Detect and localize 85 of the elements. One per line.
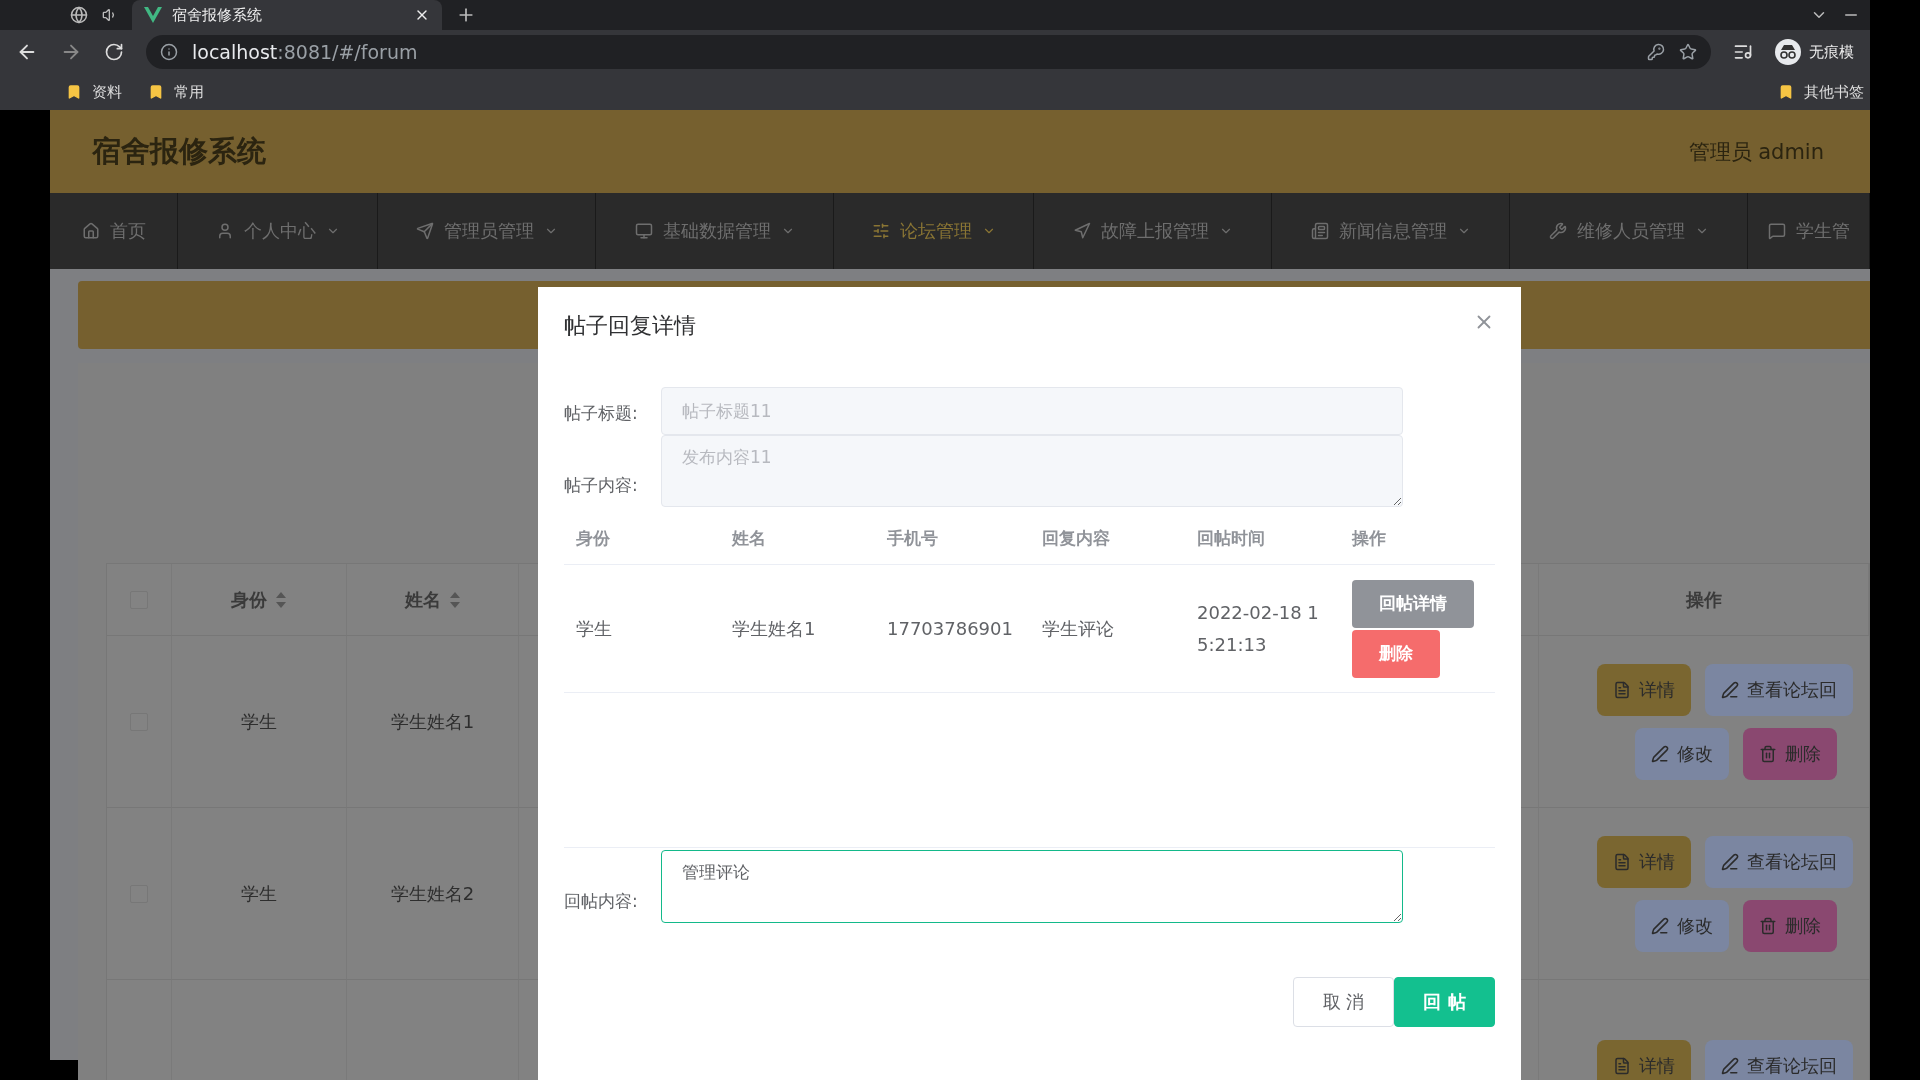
bookmark-icon <box>148 84 164 100</box>
trash-icon <box>1759 744 1777 763</box>
monitor-icon <box>634 222 653 240</box>
field-label: 帖子内容: <box>564 474 639 497</box>
nav-item[interactable]: 维修人员管理 <box>1510 193 1748 269</box>
nav-item[interactable]: 个人中心 <box>178 193 378 269</box>
vue-logo-icon <box>144 7 162 23</box>
pen-icon <box>1721 1056 1739 1075</box>
tab-title: 宿舍报修系统 <box>172 5 263 25</box>
view-button[interactable]: 查看论坛回 <box>1705 663 1853 716</box>
table-cell: 学生 <box>172 636 347 808</box>
home-icon <box>81 222 100 240</box>
navigation-icon <box>1072 222 1091 240</box>
nav-item[interactable]: 基础数据管理 <box>596 193 834 269</box>
paper-plane-icon <box>415 222 434 240</box>
dialog-title: 帖子回复详情 <box>564 312 696 340</box>
cancel-button[interactable]: 取 消 <box>1293 977 1394 1027</box>
column-header: 回复内容 <box>1030 513 1185 565</box>
delete-button[interactable]: 删除 <box>1743 727 1837 780</box>
nav-item[interactable]: 故障上报管理 <box>1034 193 1272 269</box>
bookmark-item[interactable]: 资料 <box>66 82 122 102</box>
pen-icon <box>1721 680 1739 699</box>
edit-button[interactable]: 修改 <box>1635 899 1729 952</box>
table-cell: 学生姓名1 <box>347 636 519 808</box>
info-icon[interactable] <box>160 43 178 61</box>
delete-button[interactable]: 删除 <box>1743 899 1837 952</box>
pen-icon <box>1651 916 1669 935</box>
table-cell: 学生 <box>564 565 720 693</box>
nav-item[interactable]: 首页 <box>50 193 178 269</box>
document-icon <box>1613 1056 1631 1075</box>
pen-icon <box>1721 852 1739 871</box>
url-text: localhost:8081/#/forum <box>192 41 418 63</box>
document-icon <box>1613 680 1631 699</box>
field-label: 回帖内容: <box>564 890 639 913</box>
view-button[interactable]: 查看论坛回 <box>1705 1039 1853 1080</box>
detail-button[interactable]: 详情 <box>1597 835 1691 888</box>
nav-item[interactable]: 新闻信息管理 <box>1272 193 1510 269</box>
globe-icon <box>70 6 88 24</box>
column-header: 手机号 <box>875 513 1030 565</box>
reload-icon[interactable] <box>104 42 124 62</box>
key-icon[interactable] <box>1647 43 1665 61</box>
bookmark-icon <box>66 84 82 100</box>
browser-tab[interactable]: 宿舍报修系统 <box>132 0 442 30</box>
edit-button[interactable]: 修改 <box>1635 727 1729 780</box>
nav-item[interactable]: 学生管 <box>1748 193 1870 269</box>
chat-icon <box>1767 222 1786 240</box>
reply-detail-button[interactable]: 回帖详情 <box>1352 579 1474 628</box>
document-icon <box>1613 852 1631 871</box>
incognito-icon <box>1775 39 1801 65</box>
table-cell: 学生评论 <box>1030 565 1185 693</box>
column-header[interactable]: 姓名 <box>404 587 441 612</box>
bookmark-icon <box>1778 84 1794 100</box>
newspaper-icon <box>1310 222 1329 240</box>
column-header: 操作 <box>1539 564 1869 636</box>
app-title: 宿舍报修系统 <box>92 132 266 170</box>
delete-button[interactable]: 删除 <box>1352 629 1440 678</box>
trash-icon <box>1759 916 1777 935</box>
table-cell: 2022-02-18 15:21:13 <box>1185 565 1340 693</box>
table-cell: 17703786901 <box>875 565 1030 693</box>
column-header[interactable]: 身份 <box>231 587 267 612</box>
incognito-profile[interactable]: 无痕模 <box>1775 39 1854 65</box>
bookmark-item[interactable]: 其他书签 <box>1778 82 1864 102</box>
column-header: 操作 <box>1340 513 1495 565</box>
column-header: 身份 <box>564 513 720 565</box>
detail-button[interactable]: 详情 <box>1597 663 1691 716</box>
submit-button[interactable]: 回 帖 <box>1394 977 1495 1027</box>
nav-item[interactable]: 论坛管理 <box>834 193 1034 269</box>
pen-icon <box>1651 744 1669 763</box>
wrench-icon <box>1548 222 1567 240</box>
table-cell: 学生姓名2 <box>347 808 519 980</box>
reading-list-icon[interactable] <box>1733 42 1753 62</box>
sliders-icon <box>871 222 890 240</box>
bookmark-item[interactable]: 常用 <box>148 82 204 102</box>
column-header: 姓名 <box>720 513 875 565</box>
table-cell: 学生姓名1 <box>720 565 875 693</box>
star-icon[interactable] <box>1679 43 1697 61</box>
table-cell: 学生 <box>172 808 347 980</box>
detail-button[interactable]: 详情 <box>1597 1039 1691 1080</box>
view-button[interactable]: 查看论坛回 <box>1705 835 1853 888</box>
field-label: 帖子标题: <box>564 402 639 425</box>
column-header: 回帖时间 <box>1185 513 1340 565</box>
reply-field[interactable]: 管理评论 <box>661 850 1403 923</box>
address-bar[interactable]: localhost:8081/#/forum <box>146 35 1711 69</box>
user-name: 管理员 admin <box>1688 138 1824 166</box>
nav-item[interactable]: 管理员管理 <box>378 193 596 269</box>
